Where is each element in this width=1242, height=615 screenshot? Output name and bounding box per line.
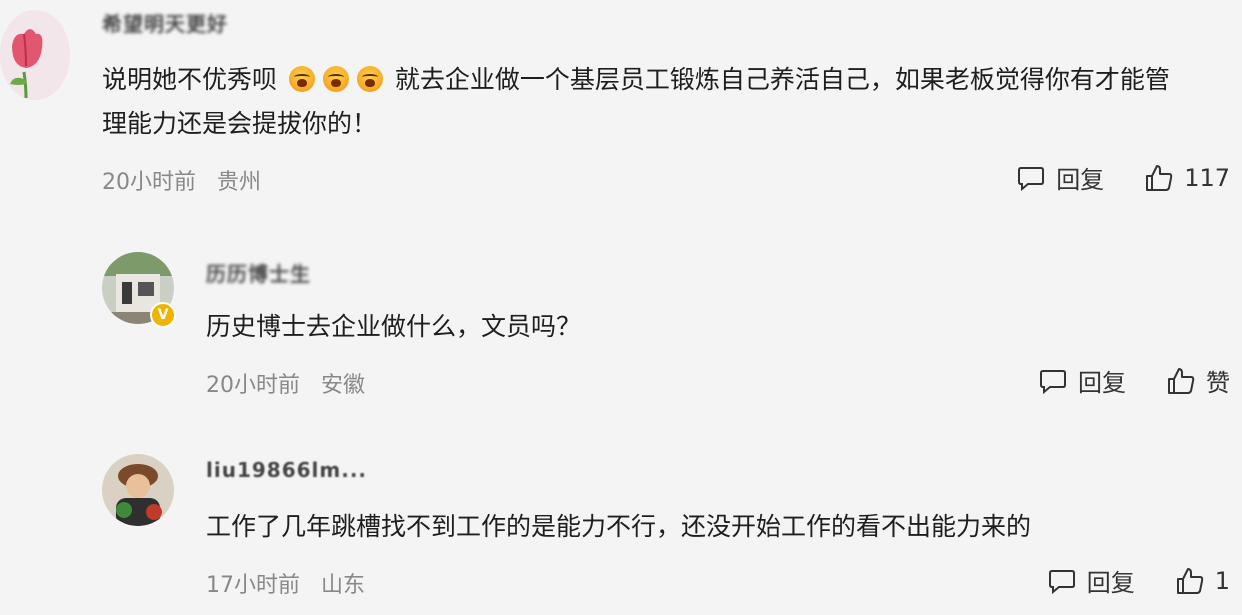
comment-actions: 回复 1	[1007, 563, 1230, 598]
like-label: 赞	[1206, 369, 1230, 397]
crying-face-emoji-icon	[288, 66, 315, 92]
location: 安徽	[321, 373, 366, 398]
reply-button[interactable]: 回复	[1047, 563, 1135, 598]
timestamp: 20小时前	[102, 170, 196, 195]
reply-button[interactable]: 回复	[1038, 363, 1126, 398]
thumbs-up-icon	[1168, 367, 1195, 394]
comment-meta: 17小时前 山东	[206, 567, 379, 599]
comment-bubble-icon	[1018, 166, 1045, 191]
comment-meta: 20小时前 贵州	[102, 164, 275, 196]
comment-text-part1: 说明她不优秀呗	[102, 65, 278, 94]
username[interactable]: 希望明天更好	[102, 8, 228, 37]
avatar[interactable]	[102, 454, 174, 526]
like-button[interactable]: 赞	[1166, 363, 1230, 398]
reply-label: 回复	[1056, 166, 1105, 194]
comment-actions: 回复 赞	[998, 363, 1230, 398]
reply-label: 回复	[1086, 569, 1135, 597]
location: 贵州	[217, 170, 262, 195]
comment-bubble-icon	[1040, 369, 1066, 394]
thumbs-up-icon	[1176, 567, 1203, 594]
verified-badge-icon: V	[150, 302, 176, 328]
avatar[interactable]	[0, 10, 70, 100]
like-count: 117	[1184, 163, 1230, 192]
comment-bubble-icon	[1048, 569, 1075, 594]
person-photo-icon	[102, 454, 174, 526]
comment-text-part2: 就去企业做一个基层员工锻炼自己养活自己，如果老板觉得你有才能管	[394, 65, 1170, 94]
tulip-icon	[0, 10, 70, 100]
reply-label: 回复	[1078, 369, 1126, 397]
username[interactable]: liu19866lm...	[206, 458, 367, 482]
crying-face-emoji-icon	[356, 66, 383, 92]
like-button[interactable]: 117	[1144, 163, 1230, 193]
username[interactable]: 历历博士生	[206, 258, 311, 287]
reply-button[interactable]: 回复	[1016, 160, 1104, 195]
comment-text: 历史博士去企业做什么，文员吗？	[206, 312, 582, 341]
comment-meta: 20小时前 安徽	[206, 367, 379, 399]
location: 山东	[321, 573, 366, 598]
comment-text: 工作了几年跳槽找不到工作的是能力不行，还没开始工作的看不出能力来的	[206, 512, 1032, 541]
comment-text: 说明她不优秀呗 就去企业做一个基层员工锻炼自己养活自己，如果老板觉得你有才能管	[102, 58, 1237, 102]
comment-text-line2: 理能力还是会提拔你的！	[102, 109, 378, 138]
comment-actions: 回复 117	[976, 160, 1230, 195]
like-button[interactable]: 1	[1175, 566, 1230, 596]
thumbs-up-icon	[1146, 164, 1173, 191]
timestamp: 17小时前	[206, 573, 300, 598]
crying-face-emoji-icon	[322, 66, 349, 92]
like-count: 1	[1214, 566, 1230, 595]
timestamp: 20小时前	[206, 373, 300, 398]
